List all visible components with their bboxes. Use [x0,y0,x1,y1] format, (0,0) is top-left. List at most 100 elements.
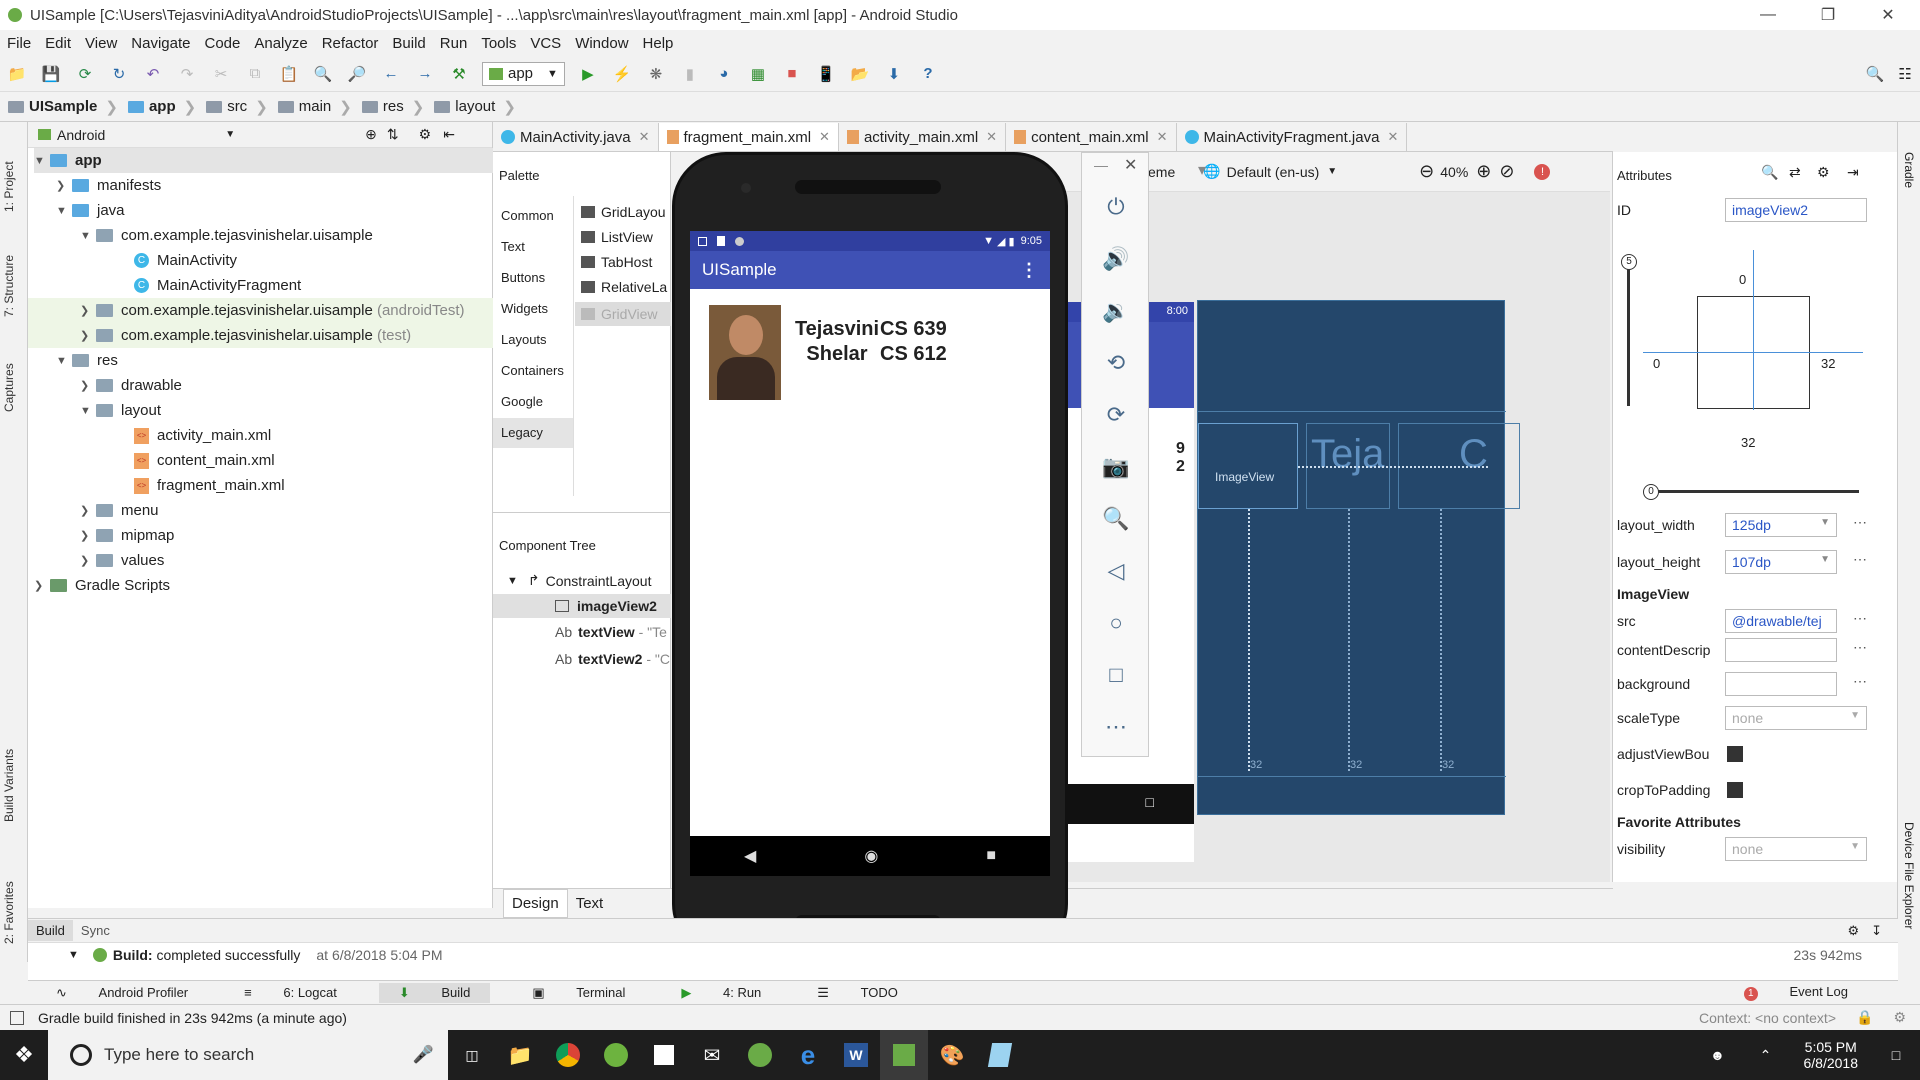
tree-item-menu[interactable]: ❯ menu [80,498,159,523]
menu-refactor[interactable]: Refactor [315,35,386,52]
tree-item-fragment-main[interactable]: <> fragment_main.xml [134,473,285,498]
project-structure-icon[interactable]: 📂 [849,63,871,85]
menu-analyze[interactable]: Analyze [247,35,314,52]
tray-chevron-icon[interactable]: ⌃ [1742,1030,1790,1080]
active-app-icon[interactable] [880,1030,928,1080]
component-imageview2[interactable]: imageView2 [493,594,671,618]
palette-cat-google[interactable]: Google [501,394,543,409]
cut-icon[interactable]: ✂ [210,63,232,85]
overflow-menu-icon[interactable]: ⋮ [1020,260,1038,281]
tab-gradle[interactable]: Gradle [1902,152,1916,188]
android-profiler-button[interactable]: ∿ Android Profiler [42,985,202,1001]
save-icon[interactable]: 💾 [40,63,62,85]
camera-icon[interactable]: 📷 [1096,451,1136,483]
blueprint-imageview[interactable]: ImageView [1198,423,1298,509]
tree-item-layout[interactable]: ▼ layout [80,398,161,423]
tree-item-activity-main[interactable]: <> activity_main.xml [134,423,271,448]
search-everywhere-icon[interactable]: 🔍 [1864,63,1886,85]
close-icon[interactable]: ✕ [986,129,997,145]
breadcrumb-uisample[interactable]: UISample [0,98,103,115]
menu-edit[interactable]: Edit [38,35,78,52]
back-icon[interactable]: ◁ [1096,555,1136,587]
palette-cat-widgets[interactable]: Widgets [501,301,548,316]
emulator-close-button[interactable]: ✕ [1124,155,1137,175]
tab-mainactivity-java[interactable]: MainActivity.java ✕ [493,123,659,151]
hide-panel-icon[interactable]: ⇥ [1847,164,1859,181]
clock[interactable]: 5:05 PM 6/8/2018 [1804,1039,1859,1071]
inspector-icon[interactable]: ⚙ [1893,1009,1906,1026]
android-studio-taskbar-icon[interactable] [736,1030,784,1080]
theme-label[interactable]: eme [1148,164,1175,180]
palette-item-gridlayout[interactable]: GridLayou [581,204,666,220]
run-icon[interactable]: ▶ [577,63,599,85]
help-icon[interactable]: ? [917,63,939,85]
tab-project[interactable]: 1: Project [2,161,16,212]
palette-cat-text[interactable]: Text [501,239,525,254]
menu-run[interactable]: Run [433,35,475,52]
swap-view-icon[interactable]: ⇄ [1789,164,1801,181]
collapse-all-icon[interactable]: ⇅ [387,126,399,143]
palette-item-listview[interactable]: ListView [581,229,653,245]
notifications-icon[interactable]: □ [1872,1030,1920,1080]
paint-icon[interactable]: 🎨 [928,1030,976,1080]
tab-sync[interactable]: Sync [73,920,118,941]
refresh-icon[interactable]: ↻ [108,63,130,85]
constraint-left[interactable]: 0 [1653,356,1660,371]
copy-icon[interactable]: ⧉ [244,63,266,85]
minimize-button[interactable]: — [1745,0,1791,30]
menu-vcs[interactable]: VCS [523,35,568,52]
scale-type-dropdown[interactable]: none ▼ [1725,706,1867,730]
event-log-button[interactable]: 1 Event Log [1730,984,1862,1001]
menu-help[interactable]: Help [636,35,681,52]
tab-fragment-main-xml[interactable]: fragment_main.xml ✕ [658,123,839,151]
stop-icon[interactable]: ■ [781,63,803,85]
nav-back-icon[interactable]: ◀ [744,846,756,866]
constraint-top[interactable]: 0 [1739,272,1746,287]
tab-activity-main-xml[interactable]: activity_main.xml ✕ [839,123,1007,151]
palette-item-gridview[interactable]: GridView [575,302,671,326]
tree-item-drawable[interactable]: ❯ drawable [80,373,182,398]
hammer-icon[interactable]: ⚒ [448,63,470,85]
menu-tools[interactable]: Tools [474,35,523,52]
palette-cat-buttons[interactable]: Buttons [501,270,545,285]
breadcrumb-layout[interactable]: layout [426,98,501,115]
adjust-view-bounds-checkbox[interactable] [1727,746,1743,762]
zoom-fit-icon[interactable]: ⊘ [1499,161,1514,182]
more-icon[interactable]: ⋯ [1853,673,1867,690]
windows-start-icon[interactable]: ❖ [0,1030,48,1080]
tree-item-gradle-scripts[interactable]: ❯ Gradle Scripts [34,573,170,598]
component-constraintlayout[interactable]: ▼ ↱ ConstraintLayout [507,572,651,589]
layout-height-field[interactable]: 107dp ▼ [1725,550,1837,574]
tab-device-file-explorer[interactable]: Device File Explorer [1902,822,1916,929]
constraint-bottom[interactable]: 32 [1741,435,1755,450]
tab-favorites[interactable]: 2: Favorites [2,881,16,944]
todo-button[interactable]: ☰ TODO [803,985,912,1001]
tree-item-package-test[interactable]: ❯ com.example.tejasvinishelar.uisample (t… [28,323,493,348]
close-icon[interactable]: ✕ [1157,129,1168,145]
palette-cat-common[interactable]: Common [501,208,554,223]
menu-file[interactable]: File [0,35,38,52]
menu-code[interactable]: Code [197,35,247,52]
mail-icon[interactable]: ✉ [688,1030,736,1080]
sync-icon[interactable]: ⟳ [74,63,96,85]
zoom-in-icon[interactable]: ⊕ [1476,161,1491,182]
tab-mainactivityfragment-java[interactable]: MainActivityFragment.java ✕ [1177,123,1408,151]
content-description-field[interactable] [1725,638,1837,662]
background-field[interactable] [1725,672,1837,696]
redo-icon[interactable]: ↷ [176,63,198,85]
virtual-device-icon[interactable] [976,1030,1024,1080]
src-field[interactable]: @drawable/tej [1725,609,1837,633]
palette-item-tabhost[interactable]: TabHost [581,254,652,270]
gear-icon[interactable]: ⚙ [419,126,432,143]
menu-build[interactable]: Build [385,35,432,52]
undo-icon[interactable]: ↶ [142,63,164,85]
run-config-dropdown[interactable]: app ▼ [482,61,565,86]
emulator-minimize-button[interactable]: — [1094,157,1108,173]
taskbar-search[interactable]: Type here to search 🎤 [48,1030,448,1080]
people-icon[interactable]: ☻ [1694,1030,1742,1080]
forward-icon[interactable]: → [414,63,436,85]
avd-manager-icon[interactable]: 📱 [815,63,837,85]
tree-item-mainactivity[interactable]: C MainActivity [134,248,237,273]
component-textview2[interactable]: Ab textView2 - "C [555,651,670,667]
gear-icon[interactable]: ⚙ [1817,164,1830,181]
